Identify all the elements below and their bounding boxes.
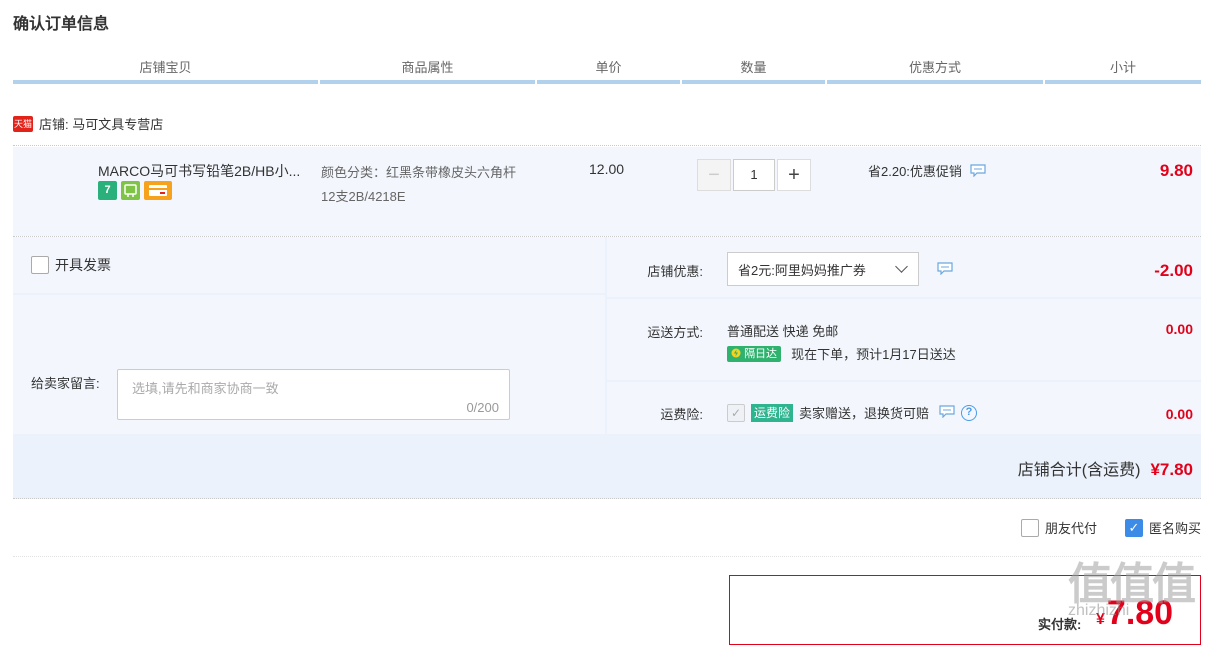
chat-bubble-icon[interactable]	[939, 404, 955, 421]
insurance-tag: 运费险	[751, 403, 794, 422]
seller-message-input[interactable]: 选填,请先和商家协商一致 0/200	[117, 369, 510, 420]
column-shop-item: 店铺宝贝	[13, 58, 318, 84]
invoice-option[interactable]: 开具发票	[31, 255, 111, 275]
column-quantity: 数量	[682, 58, 825, 84]
shop-total-section: 店铺合计(含运费) ¥7.80	[13, 436, 1201, 499]
item-promotion: 省2.20:优惠促销	[868, 161, 986, 180]
divider	[13, 556, 1201, 557]
shipping-method: 普通配送 快递 免邮	[727, 324, 839, 339]
decrease-quantity-button[interactable]: −	[697, 159, 731, 191]
anonymous-label: 匿名购买	[1148, 521, 1201, 536]
shop-total-amount: ¥7.80	[1150, 460, 1193, 479]
shop-name[interactable]: 店铺: 马可文具专营店	[39, 114, 163, 133]
message-section: 给卖家留言: 选填,请先和商家协商一致 0/200	[13, 295, 605, 434]
invoice-label: 开具发票	[55, 257, 111, 273]
guarantee-icon[interactable]	[121, 181, 140, 200]
anonymous-checkbox[interactable]: ✓	[1124, 518, 1143, 537]
column-subtotal: 小计	[1045, 58, 1201, 84]
divider	[13, 498, 1201, 499]
item-subtotal: 9.80	[1159, 161, 1193, 180]
seven-day-return-icon[interactable]: 7	[98, 181, 117, 200]
credit-card-icon[interactable]	[144, 181, 172, 200]
item-attr-line: 12支2B/4218E	[321, 189, 406, 204]
next-day-tag: 隔日达	[727, 345, 782, 362]
tmall-icon: 天猫	[13, 115, 33, 132]
insurance-checkbox: ✓	[727, 403, 745, 422]
friend-pay-option[interactable]: 朋友代付	[1020, 518, 1097, 537]
shop-total-label: 店铺合计(含运费)	[1017, 462, 1141, 479]
column-attributes: 商品属性	[320, 58, 535, 84]
column-discount: 优惠方式	[827, 58, 1043, 84]
help-icon[interactable]: ?	[961, 404, 978, 421]
item-unit-price: 12.00	[589, 161, 625, 177]
increase-quantity-button[interactable]: +	[777, 159, 811, 191]
message-label: 给卖家留言:	[31, 376, 100, 391]
insurance-label: 运费险:	[660, 407, 703, 422]
invoice-section: 开具发票	[13, 237, 605, 293]
delivery-eta: 现在下单，预计1月17日送达	[791, 347, 956, 362]
shop-discount-amount: -2.00	[1154, 261, 1193, 280]
page-title: 确认订单信息	[13, 16, 110, 33]
shop-total: 店铺合计(含运费) ¥7.80	[1018, 456, 1193, 480]
order-item-row: MARCO马可书写铅笔2B/HB小... 7 颜色分类：红黑条带橡皮头六角杆 1…	[13, 147, 1201, 236]
column-price: 单价	[537, 58, 680, 84]
message-placeholder: 选填,请先和商家协商一致	[132, 381, 279, 396]
shipping-amount: 0.00	[1165, 321, 1193, 337]
insurance-option: ✓ 运费险 卖家赠送，退换货可赔 ?	[727, 403, 978, 422]
promotion-text: 省2.20:优惠促销	[868, 164, 962, 179]
watermark-text: zhizhizhi	[1068, 602, 1130, 619]
chevron-down-icon	[895, 260, 908, 273]
shipping-label: 运送方式:	[647, 325, 703, 340]
order-options-panel: 开具发票 给卖家留言: 选填,请先和商家协商一致 0/200 店铺优惠: 省2元…	[13, 237, 1201, 499]
item-attr-line: 颜色分类：红黑条带橡皮头六角杆	[321, 165, 517, 180]
next-day-tag-text: 隔日达	[744, 347, 778, 360]
shop-discount-select[interactable]: 省2元:阿里妈妈推广券	[727, 252, 919, 286]
extra-options: 朋友代付 ✓ 匿名购买	[1020, 518, 1201, 537]
chat-bubble-icon[interactable]	[970, 164, 986, 178]
shop-discount-value: 省2元:阿里妈妈推广券	[738, 262, 866, 278]
delivery-estimate: 隔日达 现在下单，预计1月17日送达	[727, 344, 956, 363]
shop-info: 天猫 店铺: 马可文具专营店	[13, 114, 163, 133]
item-attributes: 颜色分类：红黑条带橡皮头六角杆 12支2B/4218E	[321, 161, 551, 209]
quantity-input[interactable]: 1	[733, 159, 775, 191]
item-name-link[interactable]: MARCO马可书写铅笔2B/HB小...	[98, 161, 318, 181]
message-char-count: 0/200	[466, 400, 499, 415]
column-header: 店铺宝贝 商品属性 单价 数量 优惠方式 小计	[13, 58, 1201, 84]
anonymous-purchase-option[interactable]: ✓ 匿名购买	[1124, 518, 1201, 537]
friend-pay-label: 朋友代付	[1044, 521, 1097, 536]
invoice-checkbox[interactable]	[31, 256, 49, 274]
insurance-amount: 0.00	[1165, 406, 1193, 422]
service-icons: 7	[98, 181, 172, 200]
quantity-stepper: − 1 +	[697, 159, 811, 191]
chat-bubble-icon[interactable]	[937, 262, 953, 278]
divider	[13, 145, 1201, 146]
friend-pay-checkbox[interactable]	[1020, 518, 1039, 537]
insurance-desc: 卖家赠送，退换货可赔	[799, 406, 930, 421]
shop-discount-label: 店铺优惠:	[647, 264, 703, 279]
